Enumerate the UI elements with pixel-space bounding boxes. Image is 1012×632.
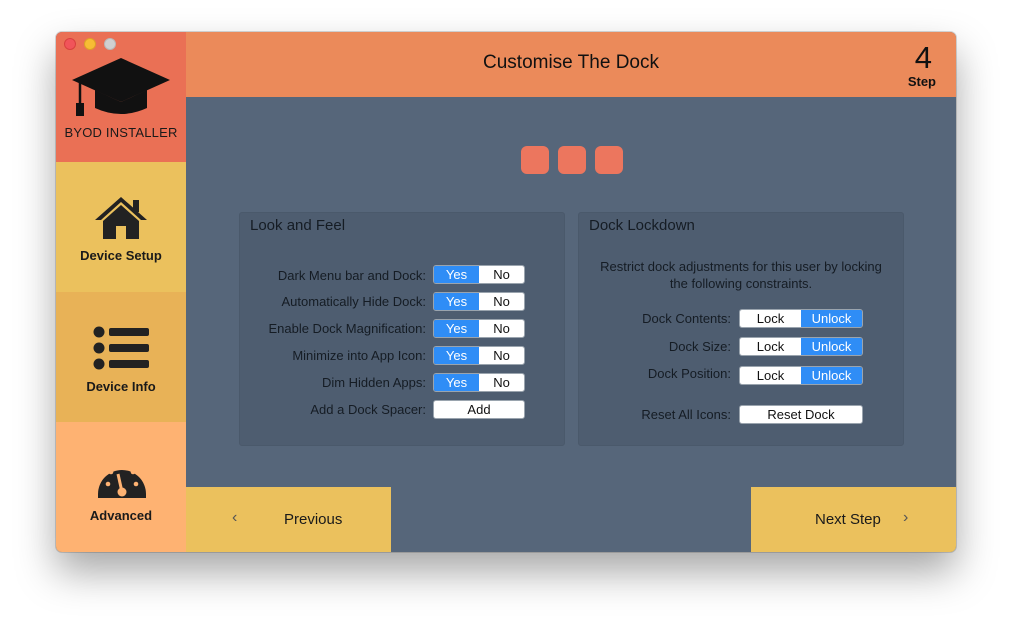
minimize-toggle[interactable]: Yes No bbox=[433, 346, 525, 365]
chevron-left-icon: ‹ bbox=[232, 509, 238, 526]
dock-position-label: Dock Position: bbox=[647, 366, 731, 381]
lock-option[interactable]: Lock bbox=[740, 338, 801, 355]
panel-title: Look and Feel bbox=[250, 217, 346, 234]
page-title: Customise The Dock bbox=[483, 52, 659, 73]
sidebar-item-label: Device Setup bbox=[80, 248, 162, 263]
sidebar-item-device-info[interactable]: Device Info bbox=[56, 292, 186, 422]
auto-hide-label: Automatically Hide Dock: bbox=[281, 294, 427, 309]
dim-hidden-toggle[interactable]: Yes No bbox=[433, 373, 525, 392]
dark-menu-toggle[interactable]: Yes No bbox=[433, 265, 525, 284]
dock-contents-toggle[interactable]: Lock Unlock bbox=[739, 309, 863, 328]
page-header: Customise The Dock 4 Step bbox=[186, 32, 956, 97]
no-option[interactable]: No bbox=[479, 374, 524, 391]
magnification-toggle[interactable]: Yes No bbox=[433, 319, 525, 338]
dock-size-toggle[interactable]: Lock Unlock bbox=[739, 337, 863, 356]
magnification-label: Enable Dock Magnification: bbox=[268, 321, 426, 336]
unlock-option[interactable]: Unlock bbox=[801, 310, 862, 327]
yes-option[interactable]: Yes bbox=[434, 266, 479, 283]
app-name: BYOD INSTALLER bbox=[64, 125, 178, 140]
next-step-button[interactable]: Next Step › bbox=[751, 487, 956, 552]
look-and-feel-panel: Look and Feel Dark Menu bar and Dock: Ye… bbox=[239, 212, 565, 446]
lockdown-description: Restrict dock adjustments for this user … bbox=[600, 259, 882, 291]
next-step-label: Next Step bbox=[815, 511, 881, 528]
close-window-button[interactable] bbox=[64, 38, 76, 50]
sidebar-item-device-setup[interactable]: Device Setup bbox=[56, 162, 186, 292]
progress-dot bbox=[521, 146, 549, 174]
dock-size-label: Dock Size: bbox=[668, 339, 731, 354]
previous-button[interactable]: ‹ Previous bbox=[186, 487, 391, 552]
progress-indicator bbox=[521, 146, 623, 174]
zoom-window-button[interactable] bbox=[104, 38, 116, 50]
previous-label: Previous bbox=[284, 511, 343, 528]
sidebar-item-label: Advanced bbox=[89, 508, 153, 523]
add-spacer-button[interactable]: Add bbox=[433, 400, 525, 419]
lock-option[interactable]: Lock bbox=[740, 310, 801, 327]
spacer-label: Add a Dock Spacer: bbox=[310, 402, 426, 417]
minimize-label: Minimize into App Icon: bbox=[292, 348, 426, 363]
progress-dot bbox=[558, 146, 586, 174]
dark-menu-label: Dark Menu bar and Dock: bbox=[277, 268, 426, 283]
no-option[interactable]: No bbox=[479, 266, 524, 283]
yes-option[interactable]: Yes bbox=[434, 347, 479, 364]
dock-lockdown-panel: Dock Lockdown Restrict dock adjustments … bbox=[578, 212, 904, 446]
dock-position-toggle[interactable]: Lock Unlock bbox=[739, 366, 863, 385]
yes-option[interactable]: Yes bbox=[434, 374, 479, 391]
yes-option[interactable]: Yes bbox=[434, 320, 479, 337]
sidebar: BYOD INSTALLER Device Setup Device Info bbox=[56, 32, 186, 552]
minimize-window-button[interactable] bbox=[84, 38, 96, 50]
dock-contents-label: Dock Contents: bbox=[642, 311, 731, 326]
installer-window: BYOD INSTALLER Device Setup Device Info bbox=[56, 32, 956, 552]
no-option[interactable]: No bbox=[479, 293, 524, 310]
chevron-right-icon: › bbox=[903, 509, 909, 526]
lock-option[interactable]: Lock bbox=[740, 367, 801, 384]
house-icon bbox=[95, 197, 147, 239]
yes-option[interactable]: Yes bbox=[434, 293, 479, 310]
auto-hide-toggle[interactable]: Yes No bbox=[433, 292, 525, 311]
graduation-cap-icon bbox=[72, 58, 170, 116]
reset-dock-button[interactable]: Reset Dock bbox=[739, 405, 863, 424]
step-number: 4 bbox=[914, 40, 932, 75]
list-icon bbox=[93, 326, 149, 370]
reset-icons-label: Reset All Icons: bbox=[641, 407, 731, 422]
unlock-option[interactable]: Unlock bbox=[801, 367, 862, 384]
step-label: Step bbox=[907, 74, 936, 89]
panel-title: Dock Lockdown bbox=[589, 217, 695, 234]
progress-dot bbox=[595, 146, 623, 174]
sidebar-item-label: Device Info bbox=[86, 379, 156, 394]
window-controls bbox=[64, 38, 116, 50]
no-option[interactable]: No bbox=[479, 347, 524, 364]
sidebar-item-advanced[interactable]: Advanced bbox=[56, 422, 186, 552]
unlock-option[interactable]: Unlock bbox=[801, 338, 862, 355]
gauge-icon bbox=[98, 463, 146, 498]
dim-hidden-label: Dim Hidden Apps: bbox=[321, 375, 426, 390]
no-option[interactable]: No bbox=[479, 320, 524, 337]
app-logo: BYOD INSTALLER bbox=[56, 32, 186, 162]
